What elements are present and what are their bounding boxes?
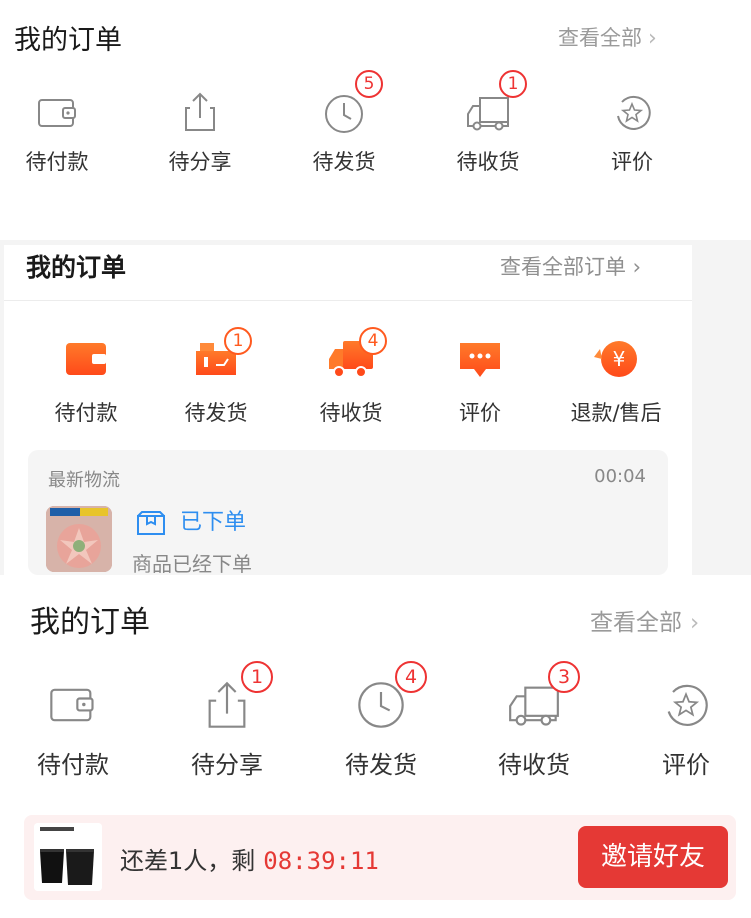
order-status-pending-payment[interactable]: 待付款 bbox=[13, 673, 133, 783]
product-thumbnail bbox=[46, 506, 112, 572]
status-label: 待收货 bbox=[319, 401, 383, 425]
view-all-label: 查看全部 bbox=[558, 26, 642, 50]
logistics-time: 00:04 bbox=[594, 466, 646, 487]
order-status-review[interactable]: 评价 bbox=[577, 80, 687, 190]
status-label: 待分享 bbox=[168, 150, 232, 174]
order-status-pending-receipt[interactable]: 1 待收货 bbox=[433, 70, 543, 190]
wallet-icon bbox=[66, 343, 106, 375]
invite-message: 还差1人，剩 08:39:11 bbox=[120, 841, 379, 876]
count-badge: 4 bbox=[395, 661, 427, 693]
view-all-orders-link[interactable]: 查看全部订单 › bbox=[500, 251, 641, 281]
orders-section-3: 我的订单 查看全部 › 待付款 1 待分享 4 待发货 3 待收货 评价 bbox=[0, 575, 751, 815]
countdown-timer: 08:39:11 bbox=[263, 847, 379, 875]
latest-logistics-card[interactable]: 最新物流 00:04 已下单 商品已经下单 bbox=[28, 450, 668, 576]
view-all-link[interactable]: 查看全部 › bbox=[590, 603, 699, 637]
invite-friends-button[interactable]: 邀请好友 bbox=[578, 826, 728, 888]
order-status-pending-payment[interactable]: 待付款 bbox=[2, 80, 112, 190]
status-label: 评价 bbox=[459, 401, 501, 425]
order-status-review[interactable]: 评价 bbox=[626, 673, 746, 783]
status-label: 待收货 bbox=[498, 751, 570, 779]
status-label: 评价 bbox=[662, 751, 710, 779]
order-status-pending-ship[interactable]: 5 待发货 bbox=[289, 70, 399, 190]
svg-text:¥: ¥ bbox=[613, 347, 626, 371]
logistics-description: 商品已经下单 bbox=[132, 552, 252, 576]
status-label: 待分享 bbox=[191, 751, 263, 779]
group-invite-bar: 还差1人，剩 08:39:11 邀请好友 bbox=[24, 815, 736, 900]
count-badge: 3 bbox=[548, 661, 580, 693]
logistics-status: 已下单 bbox=[136, 504, 246, 536]
status-label: 待收货 bbox=[456, 150, 520, 174]
order-status-pending-ship[interactable]: 1 待发货 bbox=[156, 327, 276, 435]
order-status-pending-payment[interactable]: 待付款 bbox=[26, 335, 146, 435]
orders-section-2-wrapper: 我的订单 查看全部订单 › 待付款 1 待发货 4 待收货 评价 ¥ 退款/售后… bbox=[0, 240, 751, 576]
wallet-icon bbox=[50, 688, 94, 722]
status-label: 待付款 bbox=[54, 401, 118, 425]
orders-section-1: 我的订单 查看全部 › 待付款 待分享 5 待发货 1 待收货 评价 bbox=[0, 0, 751, 240]
order-status-pending-receipt[interactable]: 4 待收货 bbox=[291, 327, 411, 435]
chevron-right-icon: › bbox=[648, 26, 657, 51]
star-icon bbox=[667, 684, 708, 726]
view-all-link[interactable]: 查看全部 › bbox=[558, 22, 657, 52]
order-status-pending-ship[interactable]: 4 待发货 bbox=[321, 661, 441, 783]
comment-icon bbox=[460, 343, 500, 377]
divider bbox=[4, 300, 692, 301]
status-label: 待付款 bbox=[37, 751, 109, 779]
refund-icon: ¥ bbox=[594, 341, 637, 377]
status-label: 待付款 bbox=[25, 150, 89, 174]
count-badge: 1 bbox=[241, 661, 273, 693]
count-badge: 1 bbox=[224, 327, 252, 355]
section-title: 我的订单 bbox=[26, 253, 127, 282]
order-status-pending-share[interactable]: 1 待分享 bbox=[167, 661, 287, 783]
order-status-review[interactable]: 评价 bbox=[420, 335, 540, 435]
logistics-title: 最新物流 bbox=[48, 470, 120, 491]
status-label: 退款/售后 bbox=[570, 401, 662, 425]
view-all-label: 查看全部 bbox=[590, 610, 682, 636]
status-label: 待发货 bbox=[312, 150, 376, 174]
wallet-icon bbox=[38, 99, 76, 127]
section-title: 我的订单 bbox=[30, 605, 150, 640]
status-label: 待发货 bbox=[184, 401, 248, 425]
order-status-pending-share[interactable]: 待分享 bbox=[145, 80, 255, 190]
orders-section-2: 我的订单 查看全部订单 › 待付款 1 待发货 4 待收货 评价 ¥ 退款/售后… bbox=[4, 245, 692, 576]
order-status-refund[interactable]: ¥ 退款/售后 bbox=[552, 335, 680, 435]
count-badge: 1 bbox=[499, 70, 527, 98]
product-image bbox=[34, 823, 102, 891]
order-status-pending-receipt[interactable]: 3 待收货 bbox=[474, 661, 594, 783]
status-label: 评价 bbox=[611, 150, 653, 174]
logistics-status-label: 已下单 bbox=[180, 510, 247, 535]
share-icon bbox=[185, 92, 215, 131]
star-icon bbox=[617, 95, 651, 130]
count-badge: 4 bbox=[359, 327, 387, 355]
package-icon bbox=[137, 511, 165, 535]
chevron-right-icon: › bbox=[690, 610, 700, 636]
section-title: 我的订单 bbox=[14, 25, 122, 56]
invite-text: 还差1人，剩 bbox=[120, 847, 256, 875]
count-badge: 5 bbox=[355, 70, 383, 98]
status-label: 待发货 bbox=[345, 751, 417, 779]
